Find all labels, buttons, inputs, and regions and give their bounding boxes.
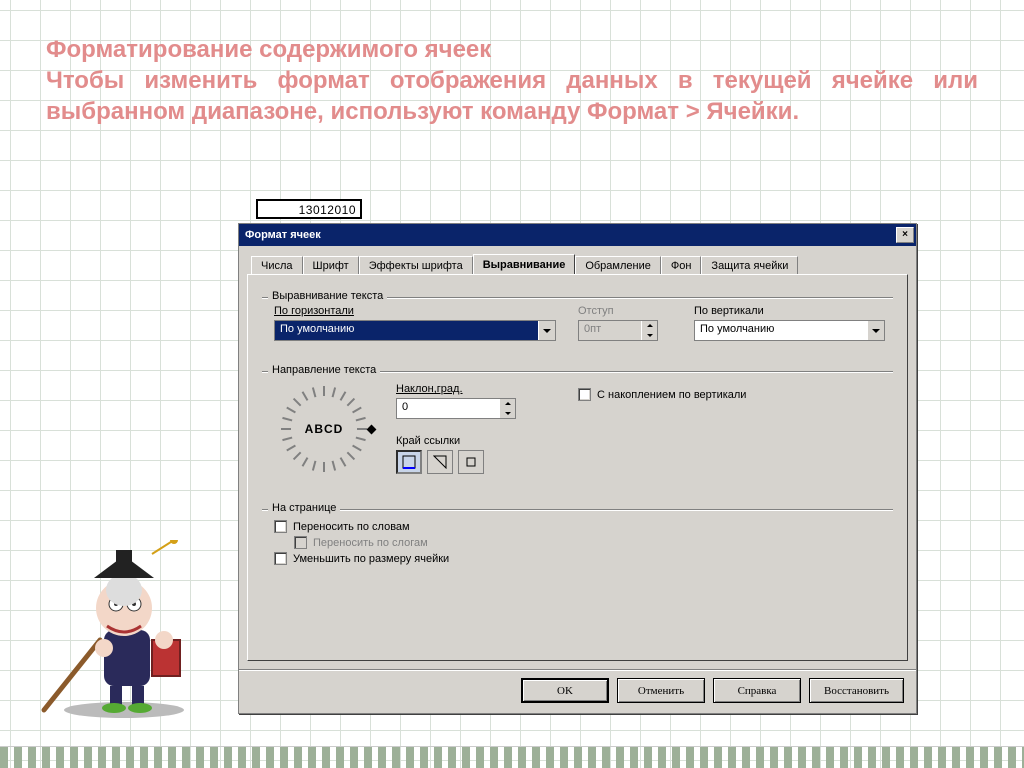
- spinner-indent-value: 0пт: [579, 321, 641, 340]
- tab-strip: Числа Шрифт Эффекты шрифта Выравнивание …: [239, 246, 916, 274]
- label-vertical: По вертикали: [694, 305, 885, 317]
- dialog-panel: Выравнивание текста По горизонтали По ум…: [247, 274, 908, 661]
- checkbox-wrap-words[interactable]: Переносить по словам: [274, 520, 885, 533]
- chevron-down-icon[interactable]: [499, 409, 515, 419]
- spreadsheet-cell-value: 13012010: [256, 199, 362, 219]
- dropdown-horizontal-value: По умолчанию: [275, 321, 538, 340]
- cancel-button[interactable]: Отменить: [617, 678, 705, 703]
- chevron-down-icon: [538, 321, 555, 340]
- tab-alignment[interactable]: Выравнивание: [473, 254, 576, 274]
- dialog-title: Формат ячеек: [245, 229, 321, 241]
- label-reference-edge: Край ссылки: [396, 435, 516, 447]
- close-icon: ×: [902, 230, 908, 240]
- dropdown-horizontal[interactable]: По умолчанию: [274, 320, 556, 341]
- label-tilt: Наклон,град.: [396, 383, 516, 395]
- tab-protection[interactable]: Защита ячейки: [701, 256, 798, 276]
- edge-inside-button[interactable]: [458, 450, 484, 474]
- spinner-tilt[interactable]: 0: [396, 398, 516, 419]
- dropdown-vertical[interactable]: По умолчанию: [694, 320, 885, 341]
- checkbox-box-icon: [578, 388, 591, 401]
- edge-bottom-button[interactable]: [396, 450, 422, 474]
- rotation-wheel-handle[interactable]: [367, 425, 377, 435]
- chevron-down-icon: [641, 331, 657, 341]
- dialog-titlebar[interactable]: Формат ячеек ×: [239, 224, 916, 246]
- chevron-up-icon[interactable]: [499, 399, 515, 409]
- tab-borders[interactable]: Обрамление: [575, 256, 661, 276]
- format-cells-dialog: Формат ячеек × Числа Шрифт Эффекты шрифт…: [238, 223, 917, 714]
- group-on-page: На странице Переносить по словам Перенос…: [262, 501, 893, 578]
- edge-top-button[interactable]: [427, 450, 453, 474]
- bottom-decoration: [0, 746, 1024, 768]
- spinner-tilt-value: 0: [397, 399, 499, 418]
- checkbox-shrink-to-fit[interactable]: Уменьшить по размеру ячейки: [274, 552, 885, 565]
- checkbox-wrap-syllables-label: Переносить по слогам: [313, 537, 428, 549]
- label-indent: Отступ: [578, 305, 672, 317]
- ok-button[interactable]: OK: [521, 678, 609, 703]
- tab-font[interactable]: Шрифт: [303, 256, 359, 276]
- checkbox-vertical-stack-label: С накоплением по вертикали: [597, 389, 746, 401]
- professor-illustration: [34, 540, 214, 720]
- tab-numbers[interactable]: Числа: [251, 256, 303, 276]
- group-on-page-legend: На странице: [268, 502, 340, 514]
- group-text-alignment: Выравнивание текста По горизонтали По ум…: [262, 289, 893, 351]
- group-text-direction-legend: Направление текста: [268, 364, 380, 376]
- chevron-down-icon: [867, 321, 884, 340]
- tab-font-effects[interactable]: Эффекты шрифта: [359, 256, 473, 276]
- checkbox-shrink-label: Уменьшить по размеру ячейки: [293, 553, 449, 565]
- checkbox-wrap-syllables: Переносить по слогам: [294, 536, 885, 549]
- checkbox-box-icon: [274, 552, 287, 565]
- close-button[interactable]: ×: [896, 227, 914, 243]
- dialog-button-bar: OK Отменить Справка Восстановить: [239, 669, 916, 713]
- reset-button[interactable]: Восстановить: [809, 678, 904, 703]
- group-text-direction: Направление текста ABCD Наклон,град. 0: [262, 363, 893, 489]
- help-button[interactable]: Справка: [713, 678, 801, 703]
- checkbox-wrap-words-label: Переносить по словам: [293, 521, 410, 533]
- group-text-alignment-legend: Выравнивание текста: [268, 290, 387, 302]
- checkbox-box-icon: [294, 536, 307, 549]
- rotation-wheel[interactable]: ABCD: [274, 379, 374, 479]
- slide-heading: Форматирование содержимого ячеек Чтобы и…: [46, 34, 978, 128]
- checkbox-box-icon: [274, 520, 287, 533]
- checkbox-vertical-stack[interactable]: С накоплением по вертикали: [578, 388, 746, 401]
- chevron-up-icon: [641, 321, 657, 331]
- spinner-indent: 0пт: [578, 320, 658, 341]
- label-horizontal: По горизонтали: [274, 305, 556, 317]
- dropdown-vertical-value: По умолчанию: [695, 321, 867, 340]
- tab-background[interactable]: Фон: [661, 256, 702, 276]
